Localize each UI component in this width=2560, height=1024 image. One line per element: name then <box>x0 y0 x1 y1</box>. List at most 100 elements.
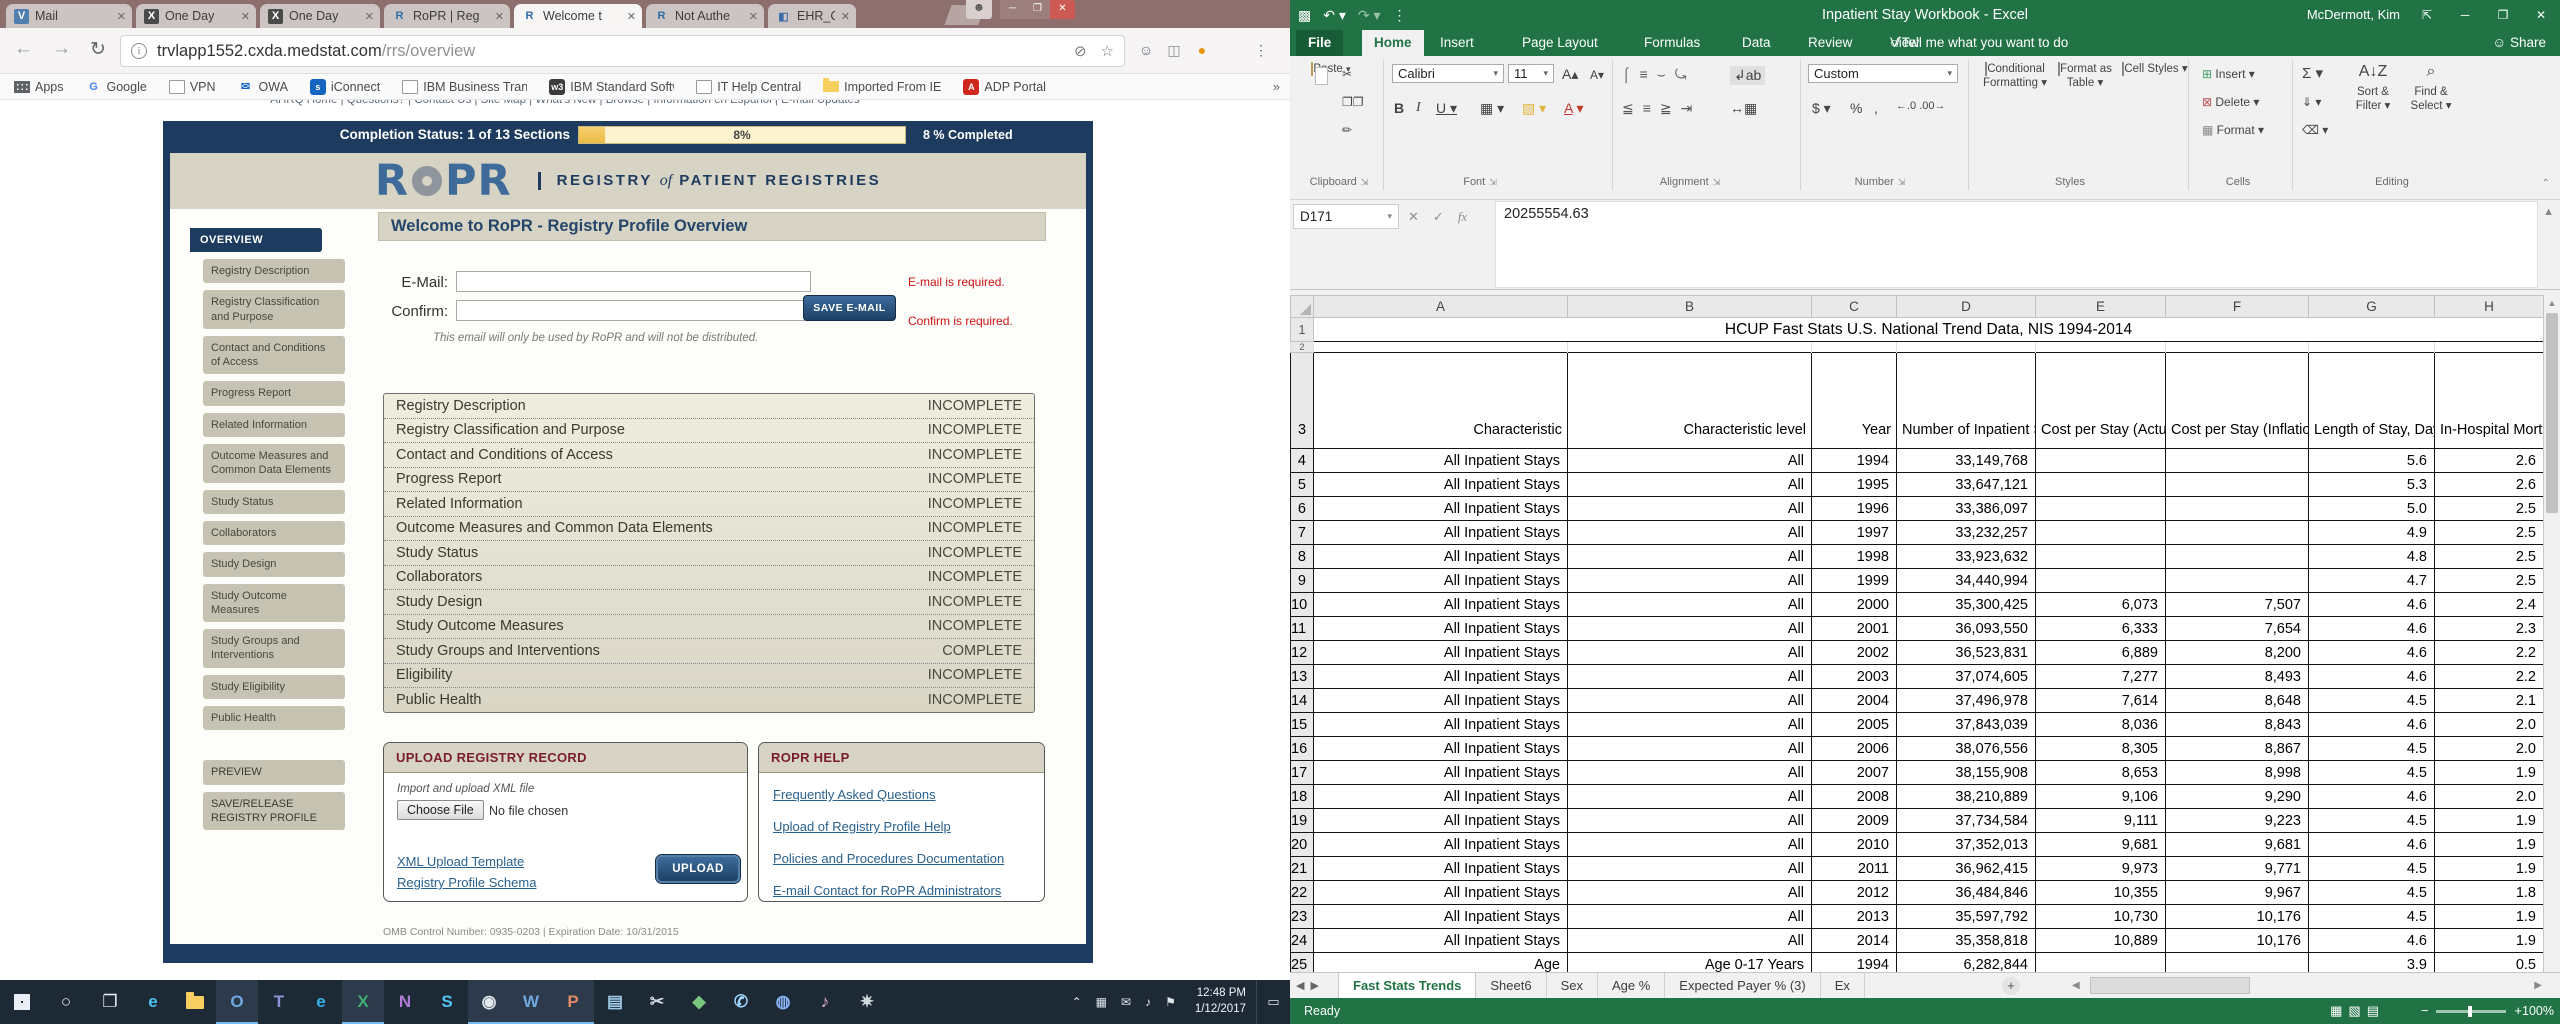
cell[interactable]: All Inpatient Stays <box>1314 761 1568 785</box>
column-header[interactable]: C <box>1812 296 1897 318</box>
ribbon-tab-review[interactable]: Review <box>1796 30 1864 56</box>
chrome-icon[interactable]: ◉ <box>468 980 510 1024</box>
cell[interactable]: 8,305 <box>2036 737 2166 761</box>
vertical-scrollbar[interactable]: ▲ <box>2543 295 2560 972</box>
cell[interactable]: All Inpatient Stays <box>1314 593 1568 617</box>
format-painter-icon[interactable]: ✏ <box>1342 124 1352 136</box>
cell[interactable]: 10,176 <box>2166 905 2309 929</box>
cell[interactable]: 4.5 <box>2309 737 2435 761</box>
cell[interactable]: 9,223 <box>2166 809 2309 833</box>
browser-menu-icon[interactable]: ⋮ <box>1250 39 1272 61</box>
cell[interactable]: 33,386,097 <box>1897 497 2036 521</box>
cell[interactable]: 4.6 <box>2309 833 2435 857</box>
ribbon-display-icon[interactable]: ⇱ <box>2408 0 2446 30</box>
cell[interactable]: 1994 <box>1812 953 1897 973</box>
sidebar-item[interactable]: Registry Classification and Purpose <box>203 290 345 329</box>
tray-icon[interactable]: ✉ <box>1121 995 1131 1009</box>
status-table-row[interactable]: Registry Classification and PurposeINCOM… <box>384 419 1034 444</box>
restore-button[interactable]: ❐ <box>1025 0 1050 19</box>
horizontal-scrollbar[interactable]: ◀ ▶ <box>2072 977 2542 995</box>
cell[interactable]: 7,277 <box>2036 665 2166 689</box>
row-header[interactable]: 23 <box>1291 905 1314 929</box>
undo-icon[interactable]: ↶ ▾ <box>1323 7 1346 24</box>
row-header[interactable]: 17 <box>1291 761 1314 785</box>
vpn-app-icon[interactable]: ◍ <box>762 980 804 1024</box>
cell[interactable] <box>2036 569 2166 593</box>
file-explorer-icon[interactable] <box>174 980 216 1024</box>
row-header[interactable]: 18 <box>1291 785 1314 809</box>
scroll-right-icon[interactable]: ▶ <box>2534 980 2542 991</box>
cell[interactable]: All Inpatient Stays <box>1314 857 1568 881</box>
formula-content[interactable]: 20255554.63 <box>1495 201 2538 288</box>
cell[interactable]: 2010 <box>1812 833 1897 857</box>
cell[interactable] <box>2036 521 2166 545</box>
cell[interactable]: 6,282,844 <box>1897 953 2036 973</box>
zoom-out-icon[interactable]: ⊘ <box>1074 42 1087 60</box>
header-cell[interactable]: Length of Stay, Days <box>2309 353 2435 449</box>
cell[interactable]: 1999 <box>1812 569 1897 593</box>
cell[interactable] <box>2309 342 2435 353</box>
search-button[interactable]: ○ <box>44 980 88 1024</box>
horizontal-scroll-thumb[interactable] <box>2090 977 2250 994</box>
row-header[interactable]: 5 <box>1291 473 1314 497</box>
row-header[interactable]: 21 <box>1291 857 1314 881</box>
sheet-tab-sheet6[interactable]: Sheet6 <box>1476 973 1546 999</box>
italic-icon[interactable]: I <box>1416 100 1421 116</box>
cell[interactable]: 1997 <box>1812 521 1897 545</box>
row-header[interactable]: 16 <box>1291 737 1314 761</box>
ribbon-tab-insert[interactable]: Insert <box>1428 30 1486 56</box>
cell[interactable]: All Inpatient Stays <box>1314 713 1568 737</box>
row-header[interactable]: 19 <box>1291 809 1314 833</box>
worksheet-grid[interactable]: ABCDEFGH1HCUP Fast Stats U.S. National T… <box>1290 295 2543 972</box>
cell[interactable]: 5.0 <box>2309 497 2435 521</box>
row-header[interactable]: 12 <box>1291 641 1314 665</box>
cell[interactable]: 2.5 <box>2435 497 2544 521</box>
cell[interactable]: 9,681 <box>2166 833 2309 857</box>
find-select-button[interactable]: ⌕Find & Select ▾ <box>2403 62 2459 114</box>
cell[interactable]: 4.6 <box>2309 785 2435 809</box>
cell[interactable]: 5.6 <box>2309 449 2435 473</box>
sidebar-item[interactable]: Outcome Measures and Common Data Element… <box>203 444 345 483</box>
formula-bar-collapse-icon[interactable]: ▲ <box>2543 206 2554 218</box>
font-size-combo[interactable]: 11▾ <box>1508 64 1554 83</box>
forward-icon[interactable]: → <box>52 38 71 60</box>
cell[interactable]: 1.9 <box>2435 833 2544 857</box>
bookmark-star-icon[interactable]: ☆ <box>1101 42 1114 60</box>
cell[interactable]: 4.5 <box>2309 857 2435 881</box>
cell[interactable]: All Inpatient Stays <box>1314 929 1568 953</box>
cell[interactable]: 1.9 <box>2435 857 2544 881</box>
cell[interactable]: 10,176 <box>2166 929 2309 953</box>
close-button[interactable]: ✕ <box>1050 0 1075 19</box>
cell[interactable]: 2.2 <box>2435 665 2544 689</box>
sheet-tab-ex[interactable]: Ex <box>1821 973 1865 999</box>
bookmark-item[interactable]: VPN <box>169 80 216 94</box>
cell[interactable] <box>2166 569 2309 593</box>
ribbon-tab-home[interactable]: Home <box>1362 30 1424 56</box>
cell[interactable]: 2003 <box>1812 665 1897 689</box>
cell[interactable]: 6,889 <box>2036 641 2166 665</box>
redo-icon[interactable]: ↷ ▾ <box>1358 7 1381 24</box>
browser-tab[interactable]: RNot Authe✕ <box>646 4 764 28</box>
status-table-row[interactable]: Registry DescriptionINCOMPLETE <box>384 394 1034 419</box>
column-header[interactable]: D <box>1897 296 2036 318</box>
cell[interactable]: 2011 <box>1812 857 1897 881</box>
tray-icon[interactable]: ⌃ <box>1072 995 1082 1009</box>
cell[interactable]: 8,648 <box>2166 689 2309 713</box>
row-header[interactable]: 3 <box>1291 353 1314 449</box>
cell[interactable]: 4.5 <box>2309 809 2435 833</box>
cell[interactable]: All <box>1568 569 1812 593</box>
cell[interactable]: 8,653 <box>2036 761 2166 785</box>
row-header[interactable]: 20 <box>1291 833 1314 857</box>
status-table-row[interactable]: Study Outcome MeasuresINCOMPLETE <box>384 615 1034 640</box>
cell[interactable]: 9,290 <box>2166 785 2309 809</box>
cell[interactable]: 2014 <box>1812 929 1897 953</box>
cell[interactable]: 36,484,846 <box>1897 881 2036 905</box>
snipping-tool-icon[interactable]: ✂ <box>636 980 678 1024</box>
excel-restore-button[interactable]: ❐ <box>2484 0 2522 30</box>
cell[interactable]: All <box>1568 665 1812 689</box>
cell[interactable]: 4.5 <box>2309 761 2435 785</box>
sidebar-item[interactable]: Study Status <box>203 490 345 514</box>
cell[interactable]: 2.5 <box>2435 545 2544 569</box>
taskbar-clock[interactable]: 12:48 PM 1/12/2017 <box>1195 986 1246 1017</box>
cell[interactable]: 2.6 <box>2435 473 2544 497</box>
